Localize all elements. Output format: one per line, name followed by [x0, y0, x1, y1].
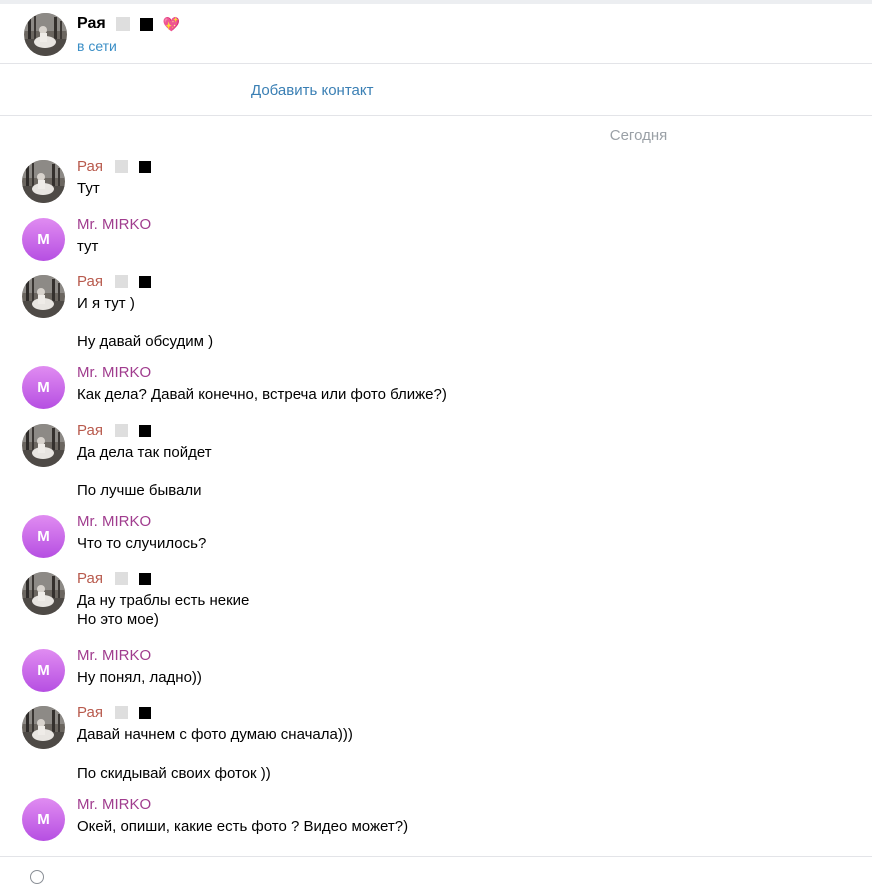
- square-light-emoji-icon: [114, 706, 128, 719]
- sender-name-text: Рая: [77, 570, 103, 587]
- square-dark-emoji-icon: [138, 275, 151, 288]
- add-contact-bar: Добавить контакт: [0, 64, 872, 116]
- message-text: Окей, опиши, какие есть фото ? Видео мож…: [77, 818, 409, 835]
- message-text: Ну понял, ладно)): [77, 669, 202, 686]
- message-text: По лучше бывали: [77, 482, 202, 499]
- message-text: Да ну траблы есть некие: [77, 592, 250, 609]
- photo-avatar-icon: [22, 275, 65, 318]
- header-avatar[interactable]: [24, 13, 67, 56]
- sender-name[interactable]: Mr. MIRKO: [77, 647, 151, 664]
- sender-name-text: Mr. MIRKO: [77, 364, 152, 381]
- sender-name[interactable]: Mr. MIRKO: [77, 216, 151, 233]
- avatar-initial: M: [22, 798, 65, 841]
- message-text: Ну давай обсудим ): [77, 333, 214, 350]
- header-name-text: Рая: [77, 15, 106, 32]
- sender-name[interactable]: Mr. MIRKO: [77, 796, 151, 813]
- message-text: По скидывай своих фоток )): [77, 765, 271, 782]
- avatar-initial: M: [22, 366, 65, 409]
- sender-name-text: Mr. MIRKO: [77, 513, 152, 530]
- square-light-emoji-icon: [114, 160, 128, 173]
- message-text: Что то случилось?: [77, 535, 207, 552]
- date-separator: Сегодня: [0, 127, 872, 144]
- sender-name[interactable]: Mr. MIRKO: [77, 513, 151, 530]
- square-light-emoji-icon: [114, 275, 128, 288]
- square-light-emoji-icon: [115, 17, 130, 31]
- header-contact-name[interactable]: Рая 💖: [77, 15, 180, 33]
- photo-avatar-icon: [22, 706, 65, 749]
- square-light-emoji-icon: [114, 572, 128, 585]
- sender-name[interactable]: Рая: [77, 570, 151, 587]
- message-text: Тут: [77, 180, 100, 197]
- attach-icon[interactable]: [30, 870, 44, 884]
- mirko-avatar[interactable]: M: [22, 515, 65, 558]
- avatar-initial: M: [22, 649, 65, 692]
- sender-name[interactable]: Рая: [77, 704, 151, 721]
- online-status: в сети: [77, 38, 117, 54]
- message-text: Но это мое): [77, 611, 159, 628]
- raya-avatar[interactable]: [22, 572, 65, 615]
- add-contact-button[interactable]: Добавить контакт: [251, 82, 373, 99]
- raya-avatar[interactable]: [22, 275, 65, 318]
- date-separator-label: Сегодня: [609, 127, 668, 144]
- mirko-avatar[interactable]: M: [22, 218, 65, 261]
- heart-emoji-icon: 💖: [162, 15, 181, 32]
- message-text: Да дела так пойдет: [77, 444, 212, 461]
- photo-avatar-icon: [22, 572, 65, 615]
- square-dark-emoji-icon: [138, 424, 151, 437]
- raya-avatar[interactable]: [22, 706, 65, 749]
- photo-avatar-icon: [22, 424, 65, 467]
- sender-name-text: Рая: [77, 422, 103, 439]
- sender-name[interactable]: Рая: [77, 422, 151, 439]
- sender-name-text: Mr. MIRKO: [77, 216, 152, 233]
- avatar-initial: M: [22, 218, 65, 261]
- raya-avatar[interactable]: [22, 424, 65, 467]
- sender-name-text: Рая: [77, 158, 103, 175]
- chat-header: Рая 💖 в сети: [0, 4, 872, 64]
- sender-name[interactable]: Рая: [77, 273, 151, 290]
- mirko-avatar[interactable]: M: [22, 649, 65, 692]
- photo-avatar-icon: [24, 13, 67, 56]
- sender-name-text: Рая: [77, 273, 103, 290]
- sender-name[interactable]: Mr. MIRKO: [77, 364, 151, 381]
- mirko-avatar[interactable]: M: [22, 366, 65, 409]
- message-text: тут: [77, 238, 99, 255]
- message-text: И я тут ): [77, 295, 135, 312]
- sender-name[interactable]: Рая: [77, 158, 151, 175]
- square-dark-emoji-icon: [139, 17, 153, 31]
- mirko-avatar[interactable]: M: [22, 798, 65, 841]
- avatar-initial: M: [22, 515, 65, 558]
- sender-name-text: Рая: [77, 704, 103, 721]
- message-text: Как дела? Давай конечно, встреча или фот…: [77, 386, 447, 403]
- composer-bar: [0, 856, 872, 884]
- square-light-emoji-icon: [114, 424, 128, 437]
- square-dark-emoji-icon: [138, 572, 151, 585]
- message-text: Давай начнем с фото думаю сначала))): [77, 726, 353, 743]
- photo-avatar-icon: [22, 160, 65, 203]
- square-dark-emoji-icon: [138, 160, 151, 173]
- square-dark-emoji-icon: [138, 706, 151, 719]
- sender-name-text: Mr. MIRKO: [77, 796, 152, 813]
- sender-name-text: Mr. MIRKO: [77, 647, 152, 664]
- raya-avatar[interactable]: [22, 160, 65, 203]
